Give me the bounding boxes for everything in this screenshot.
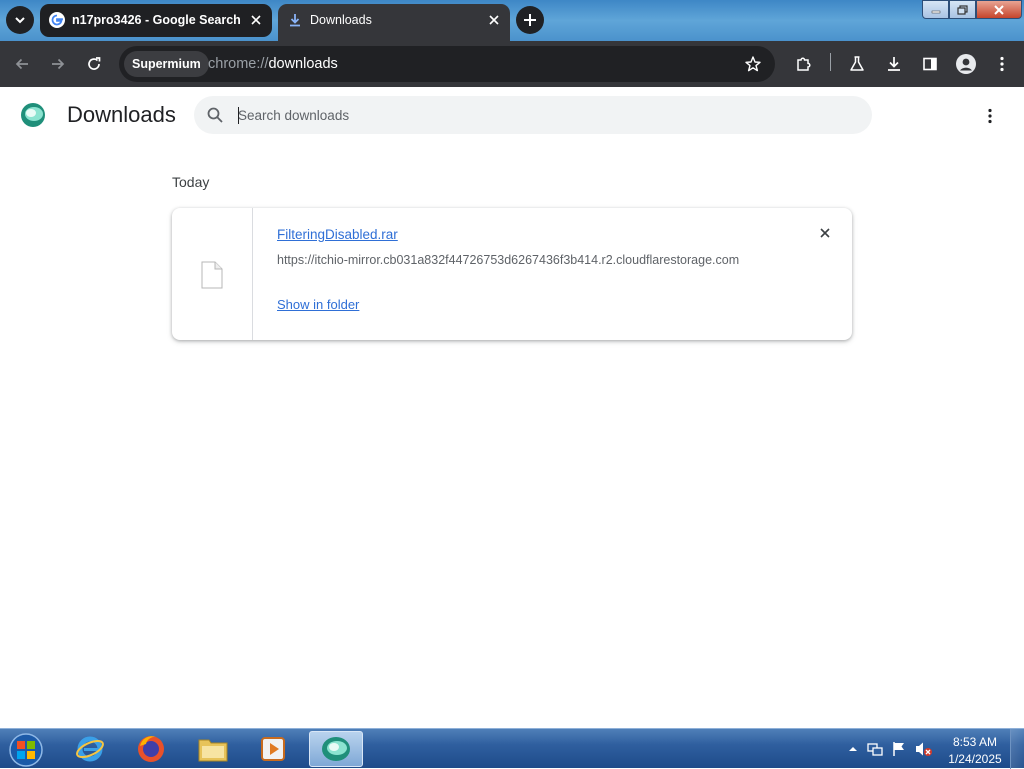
tab-title: n17pro3426 - Google Search xyxy=(72,13,241,27)
forward-button[interactable] xyxy=(46,52,70,76)
download-icon xyxy=(885,55,903,73)
side-panel-button[interactable] xyxy=(918,52,942,76)
reload-icon xyxy=(86,56,102,72)
kebab-menu-icon xyxy=(1000,56,1004,72)
download-item-card: FilteringDisabled.rar https://itchio-mir… xyxy=(172,208,852,340)
address-bar[interactable]: Supermium chrome://downloads xyxy=(119,46,775,82)
search-downloads-box[interactable] xyxy=(194,96,872,134)
url-path: downloads xyxy=(268,56,338,72)
remove-download-close-icon[interactable] xyxy=(817,225,833,241)
arrow-left-icon xyxy=(14,56,30,72)
flask-icon xyxy=(848,55,866,73)
avatar-icon xyxy=(956,54,976,74)
close-window-button[interactable] xyxy=(976,0,1022,19)
file-explorer-icon[interactable] xyxy=(186,731,240,767)
puzzle-piece-icon xyxy=(795,55,813,73)
show-desktop-button[interactable] xyxy=(1010,729,1024,769)
action-center-flag-icon[interactable] xyxy=(891,741,907,757)
bookmark-star-icon[interactable] xyxy=(741,52,765,76)
text-cursor xyxy=(238,107,239,124)
tab-title: Downloads xyxy=(310,13,372,27)
windows-taskbar: 8:53 AM 1/24/2025 xyxy=(0,728,1024,769)
tab-search-button[interactable] xyxy=(6,6,34,34)
show-in-folder-link[interactable]: Show in folder xyxy=(277,297,359,312)
file-icon xyxy=(200,261,224,289)
page-menu-button[interactable] xyxy=(978,104,1002,128)
page-title: Downloads xyxy=(67,102,176,127)
toolbar-divider xyxy=(830,53,831,71)
volume-muted-icon[interactable] xyxy=(915,741,932,757)
downloads-button[interactable] xyxy=(882,52,906,76)
file-icon-column xyxy=(172,208,253,340)
arrow-right-icon xyxy=(50,56,66,72)
restore-button[interactable] xyxy=(949,0,976,19)
url-scheme: chrome:// xyxy=(208,56,269,72)
supermium-logo-icon xyxy=(19,101,47,129)
tab-downloads[interactable]: Downloads xyxy=(278,4,510,41)
clock-time[interactable]: 8:53 AM xyxy=(935,735,1015,749)
internet-explorer-icon[interactable] xyxy=(63,731,117,767)
site-chip[interactable]: Supermium xyxy=(124,51,209,77)
labs-button[interactable] xyxy=(845,52,869,76)
supermium-icon[interactable] xyxy=(309,731,363,767)
side-panel-icon xyxy=(922,56,938,72)
clock-date[interactable]: 1/24/2025 xyxy=(935,752,1015,766)
network-icon[interactable] xyxy=(867,741,883,757)
file-name-link[interactable]: FilteringDisabled.rar xyxy=(277,227,398,242)
firefox-icon[interactable] xyxy=(124,731,178,767)
kebab-menu-icon xyxy=(988,108,992,124)
url-text[interactable]: chrome://downloads xyxy=(208,56,338,72)
close-icon[interactable] xyxy=(248,12,264,28)
new-tab-button[interactable] xyxy=(516,6,544,34)
tab-strip: n17pro3426 - Google Search Downloads xyxy=(0,0,1024,41)
media-player-icon[interactable] xyxy=(246,731,300,767)
file-source-url: https://itchio-mirror.cb031a832f44726753… xyxy=(277,253,740,267)
minimize-button[interactable] xyxy=(922,0,949,19)
close-icon[interactable] xyxy=(486,12,502,28)
search-input[interactable] xyxy=(237,107,857,123)
show-hidden-icons-icon[interactable] xyxy=(845,741,861,757)
profile-button[interactable] xyxy=(954,52,978,76)
search-icon xyxy=(206,106,224,124)
browser-toolbar: Supermium chrome://downloads xyxy=(0,41,1024,87)
start-button[interactable] xyxy=(6,732,46,768)
date-section-label: Today xyxy=(172,174,210,190)
chevron-down-icon xyxy=(14,14,26,26)
reload-button[interactable] xyxy=(82,52,106,76)
plus-icon xyxy=(523,13,537,27)
window-controls xyxy=(922,0,1022,19)
google-g-icon xyxy=(49,12,65,28)
download-arrow-icon xyxy=(287,12,303,28)
back-button[interactable] xyxy=(10,52,34,76)
browser-menu-button[interactable] xyxy=(990,52,1014,76)
extensions-button[interactable] xyxy=(792,52,816,76)
tab-google-search[interactable]: n17pro3426 - Google Search xyxy=(40,4,272,37)
